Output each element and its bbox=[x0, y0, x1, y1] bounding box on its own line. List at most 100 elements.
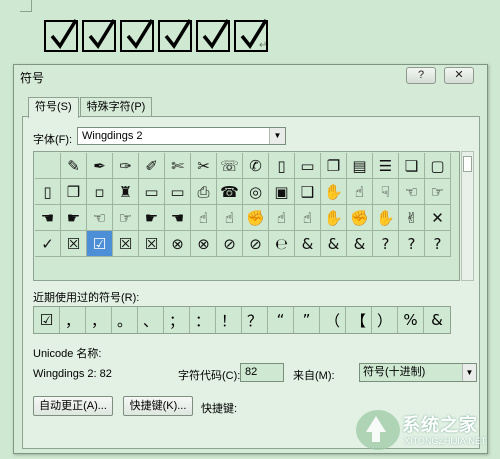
symbol-cell[interactable]: ☛ bbox=[139, 205, 165, 231]
symbol-cell[interactable]: ⊘ bbox=[217, 231, 243, 257]
recent-symbols-row: ☑，，。、；：！？ “” （【）% & bbox=[33, 306, 451, 334]
symbol-cell[interactable]: ▣ bbox=[269, 179, 295, 205]
close-button[interactable]: ✕ bbox=[444, 67, 474, 84]
symbol-cell[interactable]: ✂ bbox=[191, 153, 217, 179]
symbol-cell[interactable]: ☒ bbox=[139, 231, 165, 257]
symbol-cell[interactable]: ☜ bbox=[87, 205, 113, 231]
symbol-cell[interactable]: ☞ bbox=[425, 179, 451, 205]
symbol-cell[interactable]: ✄ bbox=[165, 153, 191, 179]
symbol-cell[interactable]: ✋ bbox=[373, 205, 399, 231]
recent-symbol-cell[interactable]: % bbox=[398, 307, 424, 333]
chevron-down-icon[interactable]: ▼ bbox=[269, 128, 285, 144]
symbol-cell[interactable]: ❑ bbox=[295, 179, 321, 205]
char-code-label: 字符代码(C): bbox=[178, 370, 241, 382]
dialog-titlebar[interactable]: 符号 ? ✕ bbox=[14, 65, 487, 87]
recent-symbol-cell[interactable]: & bbox=[424, 307, 450, 333]
symbol-grid-scrollbar[interactable] bbox=[461, 151, 474, 281]
symbol-cell[interactable]: ☚ bbox=[35, 205, 61, 231]
symbol-cell[interactable]: ❏ bbox=[399, 153, 425, 179]
symbol-cell[interactable]: ☜ bbox=[399, 179, 425, 205]
recent-symbol-cell[interactable]: ） bbox=[372, 307, 398, 333]
font-dropdown[interactable]: Wingdings 2 ▼ bbox=[77, 127, 286, 145]
symbol-cell[interactable]: ☎ bbox=[217, 179, 243, 205]
symbol-cell[interactable]: ▯ bbox=[269, 153, 295, 179]
symbol-cell[interactable]: ▫ bbox=[87, 179, 113, 205]
symbol-cell[interactable]: ? bbox=[399, 231, 425, 257]
symbol-cell[interactable]: ℮ bbox=[269, 231, 295, 257]
document-checkbox-glyph bbox=[196, 19, 230, 52]
tab-symbols[interactable]: 符号(S) bbox=[28, 97, 79, 118]
symbol-cell[interactable]: ⊘ bbox=[243, 231, 269, 257]
symbol-cell[interactable]: ☛ bbox=[61, 205, 87, 231]
recent-symbol-cell[interactable]: （ bbox=[320, 307, 346, 333]
symbol-cell[interactable]: ❐ bbox=[321, 153, 347, 179]
recent-symbol-cell[interactable]: 。 bbox=[112, 307, 138, 333]
symbol-cell[interactable]: ✊ bbox=[347, 205, 373, 231]
from-dropdown[interactable]: 符号(十进制) ▼ bbox=[359, 363, 477, 382]
symbol-cell[interactable]: ✎ bbox=[61, 153, 87, 179]
char-code-input[interactable]: 82 bbox=[240, 363, 284, 382]
symbol-cell[interactable]: ✌ bbox=[399, 205, 425, 231]
symbol-cell[interactable]: ✋ bbox=[321, 179, 347, 205]
autocorrect-button[interactable]: 自动更正(A)... bbox=[33, 396, 113, 416]
symbol-cell[interactable]: ✐ bbox=[139, 153, 165, 179]
symbol-cell[interactable]: ✑ bbox=[113, 153, 139, 179]
tab-special-characters[interactable]: 特殊字符(P) bbox=[79, 97, 153, 117]
symbol-cell[interactable]: & bbox=[295, 231, 321, 257]
recent-symbol-cell[interactable]: ！ bbox=[216, 307, 242, 333]
symbol-cell[interactable]: ☝ bbox=[295, 205, 321, 231]
symbol-cell[interactable]: ▯ bbox=[35, 179, 61, 205]
symbol-cell[interactable]: ? bbox=[425, 231, 451, 257]
help-button[interactable]: ? bbox=[406, 67, 436, 84]
symbol-cell[interactable]: ☑ bbox=[87, 231, 113, 257]
symbol-cell[interactable]: ✆ bbox=[243, 153, 269, 179]
symbol-cell[interactable]: ☞ bbox=[113, 205, 139, 231]
symbol-cell[interactable]: ☒ bbox=[61, 231, 87, 257]
symbol-cell[interactable]: ☰ bbox=[373, 153, 399, 179]
symbol-cell[interactable]: ◎ bbox=[243, 179, 269, 205]
scrollbar-thumb[interactable] bbox=[463, 156, 472, 172]
check-mark-icon bbox=[164, 19, 192, 50]
symbol-cell[interactable]: ❒ bbox=[61, 179, 87, 205]
symbol-cell[interactable]: & bbox=[347, 231, 373, 257]
symbol-cell[interactable]: ? bbox=[373, 231, 399, 257]
recent-symbol-cell[interactable]: 、 bbox=[138, 307, 164, 333]
symbol-cell[interactable]: ✋ bbox=[321, 205, 347, 231]
symbol-cell[interactable]: ☝ bbox=[217, 205, 243, 231]
symbol-cell[interactable]: ▭ bbox=[295, 153, 321, 179]
symbol-cell[interactable]: ☝ bbox=[269, 205, 295, 231]
recent-symbol-cell[interactable]: 【 bbox=[346, 307, 372, 333]
symbol-cell[interactable]: ▢ bbox=[425, 153, 451, 179]
recent-symbol-cell[interactable]: “ bbox=[268, 307, 294, 333]
symbol-cell[interactable]: ☚ bbox=[165, 205, 191, 231]
recent-symbol-cell[interactable]: ， bbox=[86, 307, 112, 333]
recent-symbol-cell[interactable]: ： bbox=[190, 307, 216, 333]
recent-symbol-cell[interactable]: ☑ bbox=[34, 307, 60, 333]
shortcut-key-button[interactable]: 快捷键(K)... bbox=[123, 396, 193, 416]
symbol-cell[interactable]: ☟ bbox=[373, 179, 399, 205]
symbol-cell[interactable]: ▤ bbox=[347, 153, 373, 179]
symbol-cell[interactable]: ☝ bbox=[191, 205, 217, 231]
symbol-cell[interactable]: ✓ bbox=[35, 231, 61, 257]
symbol-cell[interactable]: ♜ bbox=[113, 179, 139, 205]
chevron-down-icon[interactable]: ▼ bbox=[462, 364, 476, 381]
symbol-cell[interactable]: ⊗ bbox=[165, 231, 191, 257]
symbol-cell[interactable]: ✒ bbox=[87, 153, 113, 179]
symbol-cell[interactable]: & bbox=[321, 231, 347, 257]
document-checkbox-glyph bbox=[44, 19, 78, 52]
symbol-cell[interactable]: ⊗ bbox=[191, 231, 217, 257]
symbol-cell[interactable] bbox=[35, 153, 61, 179]
symbol-cell[interactable]: ▭ bbox=[165, 179, 191, 205]
symbol-cell[interactable]: ⎙ bbox=[191, 179, 217, 205]
recent-symbol-cell[interactable]: ， bbox=[60, 307, 86, 333]
symbol-cell[interactable]: ☝ bbox=[347, 179, 373, 205]
recent-symbol-cell[interactable]: ？ bbox=[242, 307, 268, 333]
symbol-cell[interactable]: ✕ bbox=[425, 205, 451, 231]
symbol-cell[interactable]: ▭ bbox=[139, 179, 165, 205]
symbol-cell[interactable]: ☏ bbox=[217, 153, 243, 179]
recent-symbol-cell[interactable]: ” bbox=[294, 307, 320, 333]
unicode-name-label: Unicode 名称: bbox=[33, 348, 102, 360]
recent-symbol-cell[interactable]: ； bbox=[164, 307, 190, 333]
symbol-cell[interactable]: ✊ bbox=[243, 205, 269, 231]
symbol-cell[interactable]: ☒ bbox=[113, 231, 139, 257]
